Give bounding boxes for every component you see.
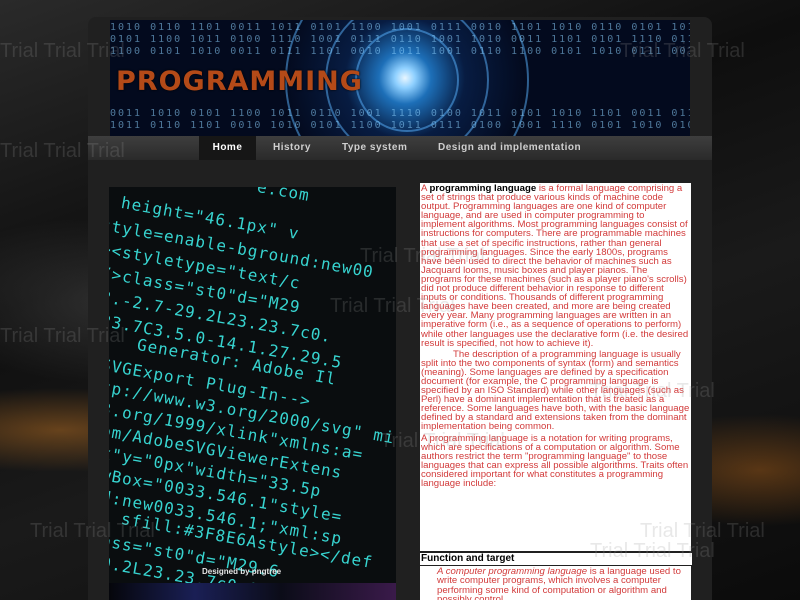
nav-home[interactable]: Home xyxy=(199,136,256,160)
code-line: e.com xyxy=(255,187,312,205)
site-title: PROGRAMMING xyxy=(116,66,363,97)
section-heading: Function and target xyxy=(420,553,692,565)
image-credit: Designed by pngtree xyxy=(202,567,282,576)
section-paragraph: A computer programming language is a lan… xyxy=(420,566,691,600)
intro-text: is a formal language comprising a set of… xyxy=(421,183,689,349)
nav-design-implementation[interactable]: Design and implementation xyxy=(438,136,581,160)
photo-bottom-strip xyxy=(109,583,396,600)
site-container: 1010 0110 1101 0011 1011 0101 1100 1001 … xyxy=(88,17,712,600)
syntax-paragraph: The description of a programming languag… xyxy=(421,348,690,433)
header-banner: 1010 0110 1101 0011 1011 0101 1100 1001 … xyxy=(110,20,690,137)
section-text-box: A computer programming language is a lan… xyxy=(420,566,691,600)
article-text-box: A programming language is a formal langu… xyxy=(420,183,691,551)
intro-paragraph: A programming language is a formal langu… xyxy=(420,183,691,349)
nav-history[interactable]: History xyxy=(273,136,311,160)
notation-paragraph: A programming language is a notation for… xyxy=(421,432,689,489)
nav-type-system[interactable]: Type system xyxy=(342,136,407,160)
code-photo: e.com height="46.1px" v style=enable-bgr… xyxy=(109,187,396,600)
main-nav: Home History Type system Design and impl… xyxy=(88,136,712,160)
